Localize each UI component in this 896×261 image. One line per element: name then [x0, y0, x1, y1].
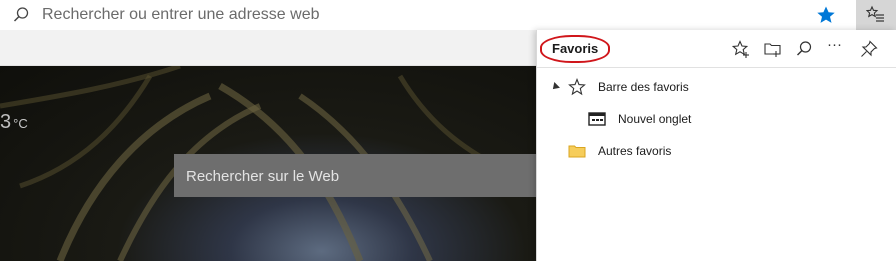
new-tab-page: 3 °C [0, 66, 536, 261]
add-folder-icon [764, 43, 781, 57]
pin-button[interactable] [859, 39, 881, 61]
pane-title: Favoris [552, 41, 599, 56]
weather-temperature: 3 [0, 111, 12, 133]
web-search-input[interactable] [186, 166, 526, 186]
favorites-list-icon [866, 5, 884, 22]
search-icon [797, 41, 812, 56]
tree-item-new-tab[interactable]: Nouvel onglet [537, 104, 896, 134]
star-outline-icon [568, 78, 586, 96]
expand-arrow-icon[interactable] [550, 82, 560, 92]
address-input[interactable] [42, 4, 782, 26]
pin-icon [861, 40, 878, 57]
more-icon: ··· [827, 36, 842, 53]
favorite-star-icon[interactable] [816, 5, 836, 25]
add-favorite-button[interactable] [731, 39, 753, 61]
search-icon [12, 6, 30, 24]
favorites-pane-header: Favoris ··· [537, 30, 896, 68]
favorites-pane: Favoris ··· Barre des favoris Nouvel ong… [536, 30, 896, 261]
more-button[interactable]: ··· [827, 36, 849, 58]
tree-item-label: Nouvel onglet [618, 112, 692, 126]
folder-icon [568, 145, 586, 158]
weather-unit: °C [13, 116, 28, 131]
weather-widget[interactable]: 3 °C [0, 111, 28, 134]
favorites-hub-button[interactable] [856, 0, 896, 30]
search-favorites-button[interactable] [794, 39, 816, 61]
add-favorite-icon [731, 40, 749, 58]
page-icon [588, 112, 606, 126]
tree-item-label: Autres favoris [598, 144, 672, 158]
web-search-box[interactable] [174, 154, 536, 197]
tree-item-other-favorites[interactable]: Autres favoris [537, 136, 896, 166]
add-folder-button[interactable] [763, 39, 785, 61]
address-bar [0, 0, 896, 30]
tree-item-label: Barre des favoris [598, 80, 689, 94]
tree-item-favorites-bar[interactable]: Barre des favoris [537, 72, 896, 102]
